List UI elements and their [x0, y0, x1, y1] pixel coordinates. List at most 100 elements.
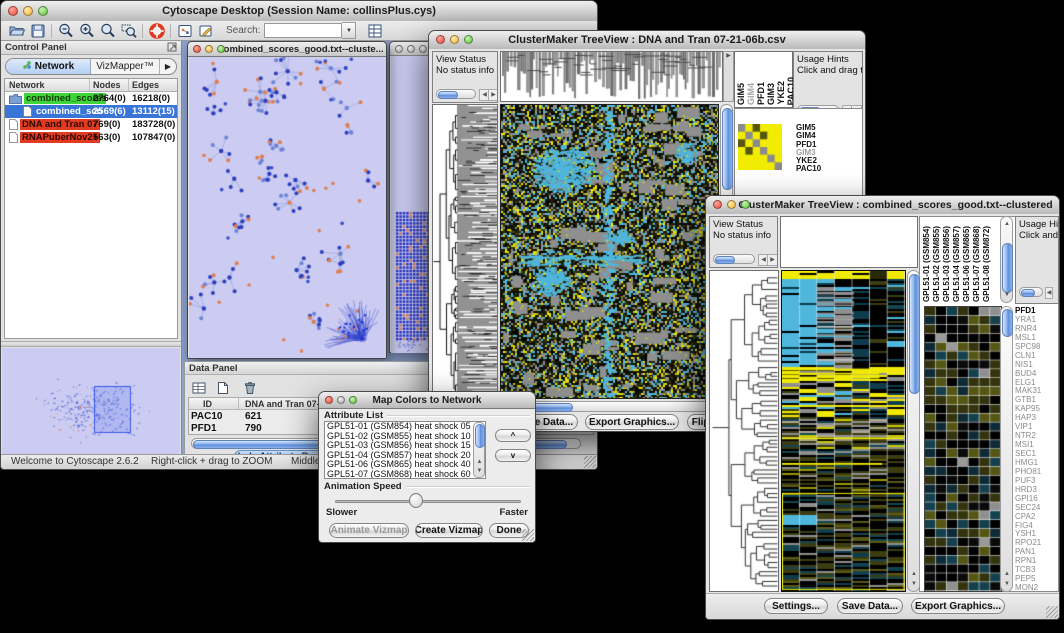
column-dendrogram-panel[interactable] [780, 216, 918, 268]
labels-vscrollbar[interactable]: ▲ ▼ [1000, 216, 1013, 303]
table-mode-icon[interactable] [190, 378, 208, 398]
network-tree-row[interactable]: RNAPuberNov2+563(0)107847(0) [5, 131, 177, 144]
scroll-thumb[interactable] [715, 256, 735, 264]
scroll-down-icon[interactable]: ▼ [1002, 290, 1012, 300]
search-dropdown-icon[interactable]: ▼ [342, 22, 356, 39]
close-button[interactable] [325, 396, 333, 404]
close-button[interactable] [395, 45, 403, 53]
delete-attribute-icon[interactable] [241, 378, 259, 398]
create-vizmap-button[interactable]: Create Vizmap [415, 523, 483, 538]
view-status-hscrollbar[interactable] [436, 89, 476, 99]
resize-grip[interactable] [522, 529, 534, 541]
close-button[interactable] [193, 45, 201, 53]
attribute-list-item[interactable]: GPL51-01 (GSM854) heat shock 05 min [325, 422, 473, 432]
usage-hints-hscrollbar[interactable] [1019, 287, 1043, 297]
scroll-down-icon[interactable]: ▼ [909, 579, 919, 589]
tab-network[interactable]: Network [6, 59, 91, 74]
scroll-right-icon[interactable]: ▶ [767, 254, 778, 266]
export-graphics-button[interactable]: Export Graphics... [585, 414, 679, 430]
attribute-list-item[interactable]: GPL51-06 (GSM865) heat shock 40 min [325, 460, 473, 470]
column-dendrogram-canvas[interactable] [501, 52, 722, 101]
minimize-button[interactable] [337, 396, 345, 404]
animate-vizmap-button[interactable]: Animate Vizmap [329, 523, 409, 538]
tab-vizmapper[interactable]: VizMapper™ [91, 59, 160, 74]
move-up-button[interactable]: ^ [495, 429, 531, 442]
annotation-icon[interactable] [195, 21, 216, 41]
scroll-thumb[interactable] [722, 108, 733, 190]
network-graph-canvas[interactable] [189, 57, 386, 358]
scroll-up-icon[interactable]: ▲ [1002, 219, 1012, 229]
new-attribute-icon[interactable] [214, 378, 232, 398]
minimize-button[interactable] [450, 35, 459, 44]
zoom-button[interactable] [464, 35, 473, 44]
view-status-hscrollbar[interactable] [713, 254, 755, 264]
move-down-button[interactable]: v [495, 449, 531, 462]
scroll-right-icon[interactable]: ▶ [488, 89, 498, 101]
settings-button[interactable]: Settings... [764, 598, 828, 614]
panel-splitter[interactable] [1, 341, 181, 347]
save-session-icon[interactable] [27, 21, 48, 41]
col-nodes[interactable]: Nodes [93, 80, 121, 90]
scroll-thumb[interactable] [1002, 243, 1013, 293]
treeview1-title-bar[interactable]: ClusterMaker TreeView : DNA and Tran 07-… [429, 31, 865, 50]
resize-grip[interactable] [1046, 606, 1058, 618]
attribute-browser-icon[interactable] [364, 21, 385, 41]
close-button[interactable] [713, 200, 722, 209]
scroll-thumb[interactable] [475, 424, 485, 448]
export-graphics-button[interactable]: Export Graphics... [911, 598, 1005, 614]
attribute-list-item[interactable]: GPL51-03 (GSM856) heat shock 15 min [325, 441, 473, 451]
table-row[interactable]: PAC10 621 [191, 411, 223, 422]
zoom-button[interactable] [741, 200, 750, 209]
splitter-strip[interactable]: ▶ [723, 51, 734, 102]
close-button[interactable] [8, 6, 18, 16]
minimize-button[interactable] [407, 45, 415, 53]
save-data-button[interactable]: Save Data... [837, 598, 903, 614]
zoom-heatmap-canvas[interactable] [738, 124, 782, 170]
zoom-button[interactable] [217, 45, 225, 53]
attribute-list-vscrollbar[interactable]: ▲ ▼ [473, 422, 485, 478]
minimize-button[interactable] [727, 200, 736, 209]
zoom-fit-icon[interactable] [97, 21, 118, 41]
heatmap-canvas[interactable] [782, 271, 905, 591]
tab-overflow-arrow-icon[interactable]: ▶ [160, 59, 176, 74]
scroll-thumb[interactable] [1021, 289, 1035, 297]
search-input[interactable] [264, 23, 342, 38]
scroll-thumb[interactable] [1002, 309, 1013, 337]
close-button[interactable] [436, 35, 445, 44]
attribute-list-item[interactable]: GPL51-04 (GSM857) heat shock 20 min [325, 451, 473, 461]
network-overview-icon[interactable] [174, 21, 195, 41]
treeview2-title-bar[interactable]: ClusterMaker TreeView : combined_scores_… [706, 196, 1059, 215]
zoom-out-icon[interactable] [55, 21, 76, 41]
scroll-down-icon[interactable]: ▼ [475, 466, 484, 476]
network-tree-row[interactable]: combined_scores2764(0)16218(0) [5, 92, 177, 105]
speed-slider-track[interactable] [335, 500, 521, 503]
zoom-button[interactable] [349, 396, 357, 404]
attribute-list-item[interactable]: GPL51-07 (GSM868) heat shock 60 min [325, 470, 473, 479]
scroll-up-icon[interactable]: ▲ [909, 569, 919, 579]
zoom-in-icon[interactable] [76, 21, 97, 41]
float-panel-icon[interactable] [167, 42, 178, 56]
col-network[interactable]: Network [9, 80, 45, 90]
open-file-icon[interactable] [6, 21, 27, 41]
birdseye-canvas[interactable] [2, 348, 179, 454]
main-title-bar[interactable]: Cytoscape Desktop (Session Name: collins… [1, 1, 597, 22]
scroll-thumb[interactable] [909, 274, 920, 394]
heatmap-canvas[interactable] [501, 105, 718, 398]
dialog-title-bar[interactable]: Map Colors to Network [319, 392, 535, 409]
minimize-button[interactable] [23, 6, 33, 16]
scroll-thumb[interactable] [438, 91, 458, 99]
gene-list-vscrollbar[interactable]: ▲ ▼ [1000, 306, 1013, 592]
zoom-button[interactable] [38, 6, 48, 16]
help-lifering-icon[interactable] [146, 21, 167, 41]
zoom-selected-icon[interactable] [118, 21, 139, 41]
col-id[interactable]: ID [203, 399, 212, 409]
minimize-button[interactable] [205, 45, 213, 53]
heatmap-vscrollbar[interactable]: ▲ ▼ [907, 270, 920, 592]
scroll-down-icon[interactable]: ▼ [1002, 579, 1012, 589]
row-dendrogram-canvas[interactable] [433, 105, 497, 398]
network-tree-row[interactable]: combined_sco2569(6)13112(15) [5, 105, 177, 118]
network-tree-row[interactable]: DNA and Tran 07769(0)183728(0) [5, 118, 177, 131]
speed-slider-thumb[interactable] [409, 493, 423, 508]
attribute-list-item[interactable]: GPL51-02 (GSM855) heat shock 10 min [325, 432, 473, 442]
network-view-title-bar[interactable]: combined_scores_good.txt--cluste... [188, 42, 386, 57]
